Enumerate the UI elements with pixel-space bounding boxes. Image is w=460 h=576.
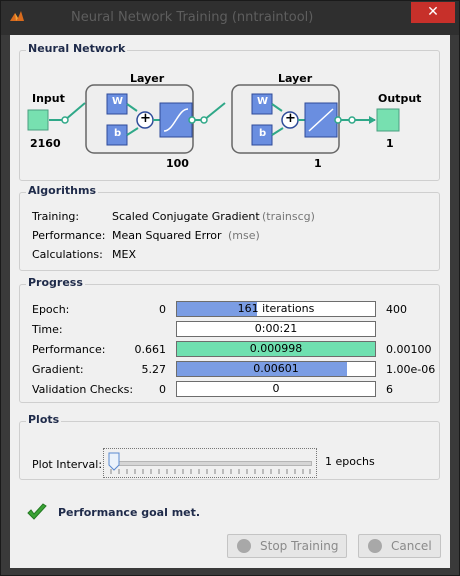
epoch-start: 0 — [159, 303, 166, 316]
validation-checks-progress-text: 0 — [272, 382, 280, 395]
window-title: Neural Network Training (nntraintool) — [71, 10, 314, 25]
layer1-label: Layer — [130, 72, 165, 85]
stop-training-button[interactable]: Stop Training — [227, 534, 347, 558]
client-area: Neural Network Input 2160 Layer 100 Laye… — [10, 35, 450, 568]
gradient-label: Gradient: — [32, 363, 84, 376]
input-size: 2160 — [30, 137, 61, 150]
performance-value: Mean Squared Error — [112, 229, 222, 242]
cancel-icon — [368, 539, 382, 553]
gradient-start: 5.27 — [141, 363, 167, 376]
layer1-b-label: b — [114, 128, 122, 139]
checkmark-icon — [27, 503, 47, 520]
plot-interval-label: Plot Interval: — [32, 458, 103, 471]
input-label: Input — [32, 92, 65, 105]
layer1-plus-icon: + — [140, 111, 151, 126]
stop-training-label: Stop Training — [260, 539, 339, 553]
algorithms-group: Algorithms Training: Scaled Conjugate Gr… — [19, 184, 440, 271]
slider-thumb[interactable] — [108, 452, 120, 471]
slider-ticks — [110, 469, 311, 474]
progress-group: Progress Epoch: 0 161 iterations 400 Tim… — [19, 276, 440, 403]
output-size: 1 — [386, 137, 394, 150]
plot-interval-slider[interactable] — [103, 448, 317, 478]
plot-interval-value: 1 epochs — [325, 455, 375, 468]
nntraintool-window: Neural Network Training (nntraintool) ✕ … — [0, 0, 460, 576]
layer2-w-label: W — [257, 96, 269, 107]
cancel-label: Cancel — [391, 539, 432, 553]
performance-progress-bar: 0.000998 — [176, 341, 376, 357]
calculations-label: Calculations: — [32, 248, 103, 261]
time-progress-bar: 0:00:21 — [176, 321, 376, 337]
training-value: Scaled Conjugate Gradient — [112, 210, 260, 223]
neural-network-group: Neural Network Input 2160 Layer 100 Laye… — [19, 42, 440, 181]
time-label: Time: — [32, 323, 63, 336]
close-button[interactable]: ✕ — [411, 2, 455, 23]
validation-checks-end: 6 — [386, 383, 393, 396]
validation-checks-start: 0 — [159, 383, 166, 396]
training-label: Training: — [32, 210, 80, 223]
network-diagram — [27, 84, 400, 154]
performance-label: Performance: — [32, 229, 106, 242]
matlab-icon — [10, 11, 24, 21]
status-message: Performance goal met. — [58, 506, 201, 519]
gradient-progress-text: 0.00601 — [253, 362, 299, 375]
epoch-progress-text: 161 iterations — [237, 302, 315, 315]
epoch-progress-bar: 161 iterations — [176, 301, 376, 317]
epoch-end: 400 — [386, 303, 407, 316]
time-progress-text: 0:00:21 — [254, 322, 298, 335]
plots-group-title: Plots — [26, 413, 62, 426]
performance-start: 0.661 — [134, 343, 167, 356]
performance-progress-label: Performance: — [32, 343, 106, 356]
calculations-value: MEX — [112, 248, 136, 261]
input-block — [27, 109, 49, 131]
title-bar[interactable]: Neural Network Training (nntraintool) ✕ — [1, 1, 459, 35]
epoch-label: Epoch: — [32, 303, 70, 316]
layer1-size: 100 — [166, 157, 189, 170]
stop-icon — [237, 539, 251, 553]
progress-group-title: Progress — [26, 276, 85, 289]
plots-group: Plots Plot Interval: 1 epochs — [19, 413, 440, 480]
cancel-button[interactable]: Cancel — [358, 534, 441, 558]
layer2-size: 1 — [314, 157, 322, 170]
output-label: Output — [378, 92, 422, 105]
slider-track — [110, 461, 312, 466]
gradient-progress-bar: 0.00601 — [176, 361, 376, 377]
layer2-label: Layer — [278, 72, 313, 85]
performance-end: 0.00100 — [386, 343, 432, 356]
performance-code: (mse) — [228, 229, 260, 242]
layer1-w-label: W — [112, 96, 124, 107]
gradient-end: 1.00e-06 — [386, 363, 436, 376]
training-code: (trainscg) — [262, 210, 315, 223]
layer2-b-label: b — [259, 128, 267, 139]
algorithms-group-title: Algorithms — [26, 184, 99, 197]
layer2-plus-icon: + — [285, 111, 296, 126]
performance-progress-text: 0.000998 — [249, 342, 303, 355]
output-block — [376, 108, 400, 132]
validation-checks-progress-bar: 0 — [176, 381, 376, 397]
